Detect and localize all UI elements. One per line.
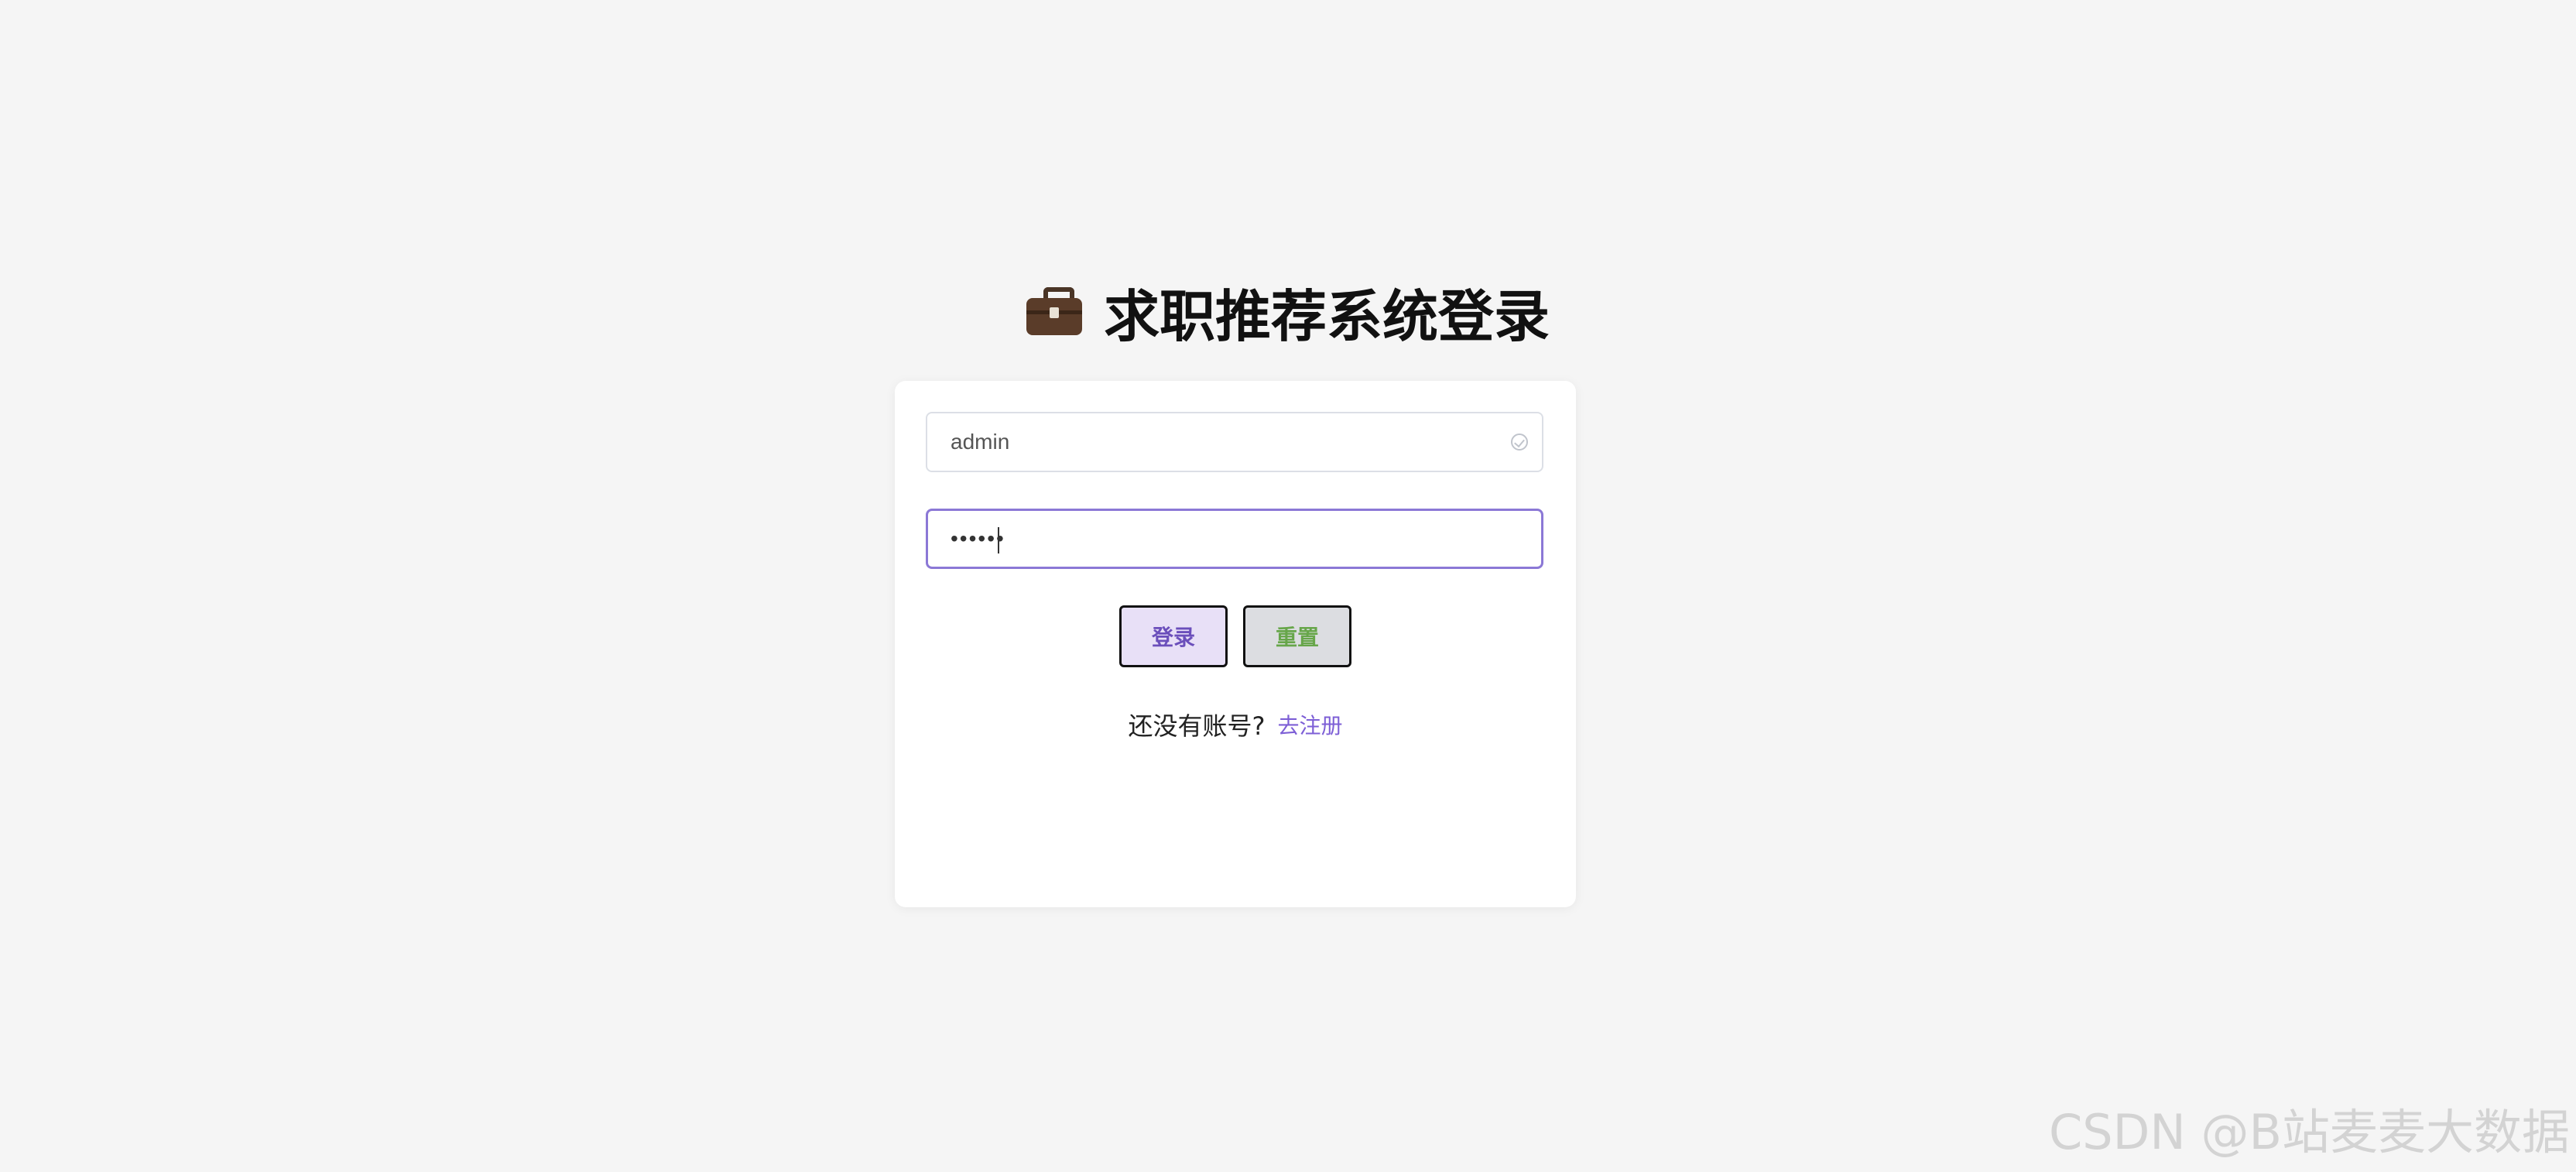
password-input[interactable]	[951, 511, 1477, 567]
briefcase-icon	[1026, 287, 1082, 335]
register-prompt-row: 还没有账号? 去注册	[895, 708, 1576, 742]
check-circle-icon	[1511, 434, 1528, 451]
page-title-text: 求职推荐系统登录	[1103, 283, 1550, 349]
page-title: 求职推荐系统登录	[0, 272, 2576, 350]
register-link[interactable]: 去注册	[1277, 709, 1342, 740]
login-card: 登录 重置 还没有账号? 去注册	[895, 381, 1576, 907]
watermark: CSDN @B站麦麦大数据	[2048, 1104, 2570, 1160]
username-input[interactable]	[951, 413, 1477, 471]
register-prompt-text: 还没有账号?	[1128, 711, 1266, 741]
username-field[interactable]	[926, 412, 1543, 472]
reset-button[interactable]: 重置	[1243, 605, 1351, 667]
text-cursor	[998, 527, 999, 553]
password-field[interactable]	[926, 509, 1543, 569]
login-button[interactable]: 登录	[1119, 605, 1228, 667]
